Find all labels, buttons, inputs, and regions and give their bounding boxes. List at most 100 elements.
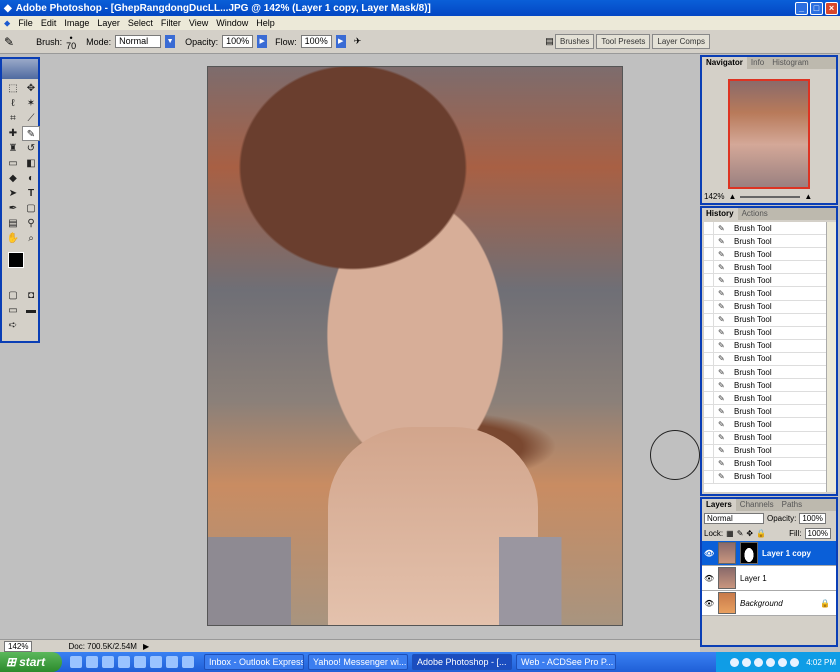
start-button[interactable]: ⊞ start <box>0 652 62 672</box>
list-item[interactable]: ✎ Brush Tool <box>704 274 826 288</box>
document-canvas[interactable] <box>207 66 623 626</box>
list-item[interactable]: ✎ Brush Tool <box>704 235 826 249</box>
bucket-tool-icon[interactable]: ◧ <box>22 156 40 171</box>
navigator-zoom[interactable]: 142% <box>704 192 724 201</box>
stamp-tool-icon[interactable]: ♜ <box>4 141 22 156</box>
list-item[interactable]: ✎ Brush Tool <box>704 326 826 340</box>
list-item[interactable]: ✎ Brush Tool <box>704 457 826 471</box>
blur-tool-icon[interactable]: ◆ <box>4 171 22 186</box>
quick-mask-icon[interactable]: ◘ <box>22 288 40 303</box>
minimize-button[interactable]: _ <box>795 1 808 15</box>
zoom-in-icon[interactable]: ▲ <box>804 192 812 201</box>
opacity-input[interactable]: 100% <box>222 35 254 48</box>
standard-mode-icon[interactable]: ▢ <box>4 288 22 303</box>
list-item[interactable]: ✎ Brush Tool <box>704 392 826 406</box>
menu-layer[interactable]: Layer <box>93 18 124 28</box>
lasso-tool-icon[interactable]: ℓ <box>4 96 22 111</box>
tray-icon[interactable] <box>766 657 776 667</box>
flow-input[interactable]: 100% <box>300 35 332 48</box>
list-item[interactable]: ✎ Brush Tool <box>704 300 826 314</box>
tray-icon[interactable] <box>742 657 752 667</box>
path-select-icon[interactable]: ➤ <box>4 186 22 201</box>
quicklaunch-icon[interactable] <box>70 656 82 668</box>
layer-opacity-input[interactable]: 100% <box>799 513 826 524</box>
quicklaunch-icon[interactable] <box>166 656 178 668</box>
tab-layers[interactable]: Layers <box>702 499 736 511</box>
crop-tool-icon[interactable]: ⌗ <box>4 111 22 126</box>
layer-row[interactable]: 👁 Layer 1 <box>702 566 836 591</box>
layer-mask-thumbnail[interactable] <box>740 542 758 564</box>
task-acdsee[interactable]: Web - ACDSee Pro P... <box>516 654 616 670</box>
status-zoom[interactable]: 142% <box>4 640 33 652</box>
zoom-tool-icon[interactable]: ⌕ <box>22 231 40 246</box>
well-tool-presets[interactable]: Tool Presets <box>596 34 651 49</box>
slice-tool-icon[interactable]: ⟋ <box>22 111 40 126</box>
healing-tool-icon[interactable]: ✚ <box>4 126 22 141</box>
fullscreen-mode-icon[interactable]: ▬ <box>22 303 40 318</box>
tab-info[interactable]: Info <box>747 57 768 69</box>
well-layer-comps[interactable]: Layer Comps <box>652 34 710 49</box>
list-item[interactable]: ✎ Brush Tool <box>704 287 826 301</box>
brush-size-picker[interactable]: • 70 <box>66 33 76 50</box>
foreground-color[interactable] <box>8 252 24 268</box>
tab-channels[interactable]: Channels <box>736 499 778 511</box>
list-item[interactable]: ✎ Brush Tool <box>704 352 826 367</box>
blend-mode-select[interactable]: Normal <box>704 513 764 524</box>
list-item[interactable]: ✎ Brush Tool <box>704 313 826 327</box>
list-item[interactable]: ✎ Brush Tool <box>704 222 826 236</box>
screen-mode-icon[interactable]: ▭ <box>4 303 22 318</box>
mode-select[interactable]: Normal <box>115 35 162 48</box>
brush-tool-preset-icon[interactable]: ✎ <box>4 35 14 49</box>
list-item[interactable]: ✎ Brush Tool <box>704 248 826 262</box>
eye-icon[interactable]: 👁 <box>704 574 714 583</box>
layer-row[interactable]: 👁 Layer 1 copy <box>702 541 836 566</box>
quicklaunch-icon[interactable] <box>86 656 98 668</box>
notes-tool-icon[interactable]: ▤ <box>4 216 22 231</box>
opacity-slider-icon[interactable]: ▶ <box>257 35 268 48</box>
marquee-tool-icon[interactable]: ⬚ <box>4 81 22 96</box>
well-brushes[interactable]: Brushes <box>555 34 595 49</box>
eraser-tool-icon[interactable]: ▭ <box>4 156 22 171</box>
quicklaunch-icon[interactable] <box>102 656 114 668</box>
eyedropper-icon[interactable]: ⚲ <box>22 216 40 231</box>
tray-icon[interactable] <box>754 657 764 667</box>
tab-history[interactable]: History <box>702 208 738 220</box>
menu-image[interactable]: Image <box>60 18 93 28</box>
tab-paths[interactable]: Paths <box>778 499 806 511</box>
lock-pixels-icon[interactable]: ✎ <box>737 529 744 538</box>
menu-window[interactable]: Window <box>212 18 252 28</box>
lock-all-icon[interactable]: 🔒 <box>756 529 766 538</box>
task-yahoo[interactable]: Yahoo! Messenger wi... <box>308 654 408 670</box>
menu-select[interactable]: Select <box>124 18 157 28</box>
clock[interactable]: 4:02 PM <box>806 658 836 667</box>
list-item[interactable]: ✎ Brush Tool <box>704 444 826 458</box>
status-arrow-icon[interactable]: ▶ <box>143 642 149 651</box>
list-item[interactable]: ✎ Brush Tool <box>704 418 826 432</box>
quicklaunch-icon[interactable] <box>182 656 194 668</box>
lock-position-icon[interactable]: ✥ <box>746 529 753 538</box>
menu-file[interactable]: File <box>14 18 37 28</box>
imageready-icon[interactable]: ➪ <box>4 318 22 333</box>
flow-slider-icon[interactable]: ▶ <box>335 35 346 48</box>
dodge-tool-icon[interactable]: ◐ <box>22 171 40 186</box>
menu-view[interactable]: View <box>185 18 212 28</box>
tab-histogram[interactable]: Histogram <box>768 57 812 69</box>
maximize-button[interactable]: □ <box>810 1 823 15</box>
zoom-slider[interactable] <box>740 195 801 198</box>
tray-icon[interactable] <box>730 657 740 667</box>
quicklaunch-icon[interactable] <box>118 656 130 668</box>
menu-filter[interactable]: Filter <box>157 18 185 28</box>
lock-transparency-icon[interactable]: ▦ <box>726 529 734 538</box>
quicklaunch-icon[interactable] <box>134 656 146 668</box>
hand-tool-icon[interactable]: ✋ <box>4 231 22 246</box>
magic-wand-icon[interactable]: ✶ <box>22 96 40 111</box>
toolbox-header[interactable] <box>2 59 38 79</box>
task-photoshop[interactable]: Adobe Photoshop - [... <box>412 654 512 670</box>
close-button[interactable]: × <box>825 1 838 15</box>
move-tool-icon[interactable]: ✥ <box>22 81 40 96</box>
list-item[interactable]: ✎ Brush Tool <box>704 379 826 393</box>
list-item[interactable]: ✎ Brush Tool <box>704 366 826 380</box>
quicklaunch-icon[interactable] <box>150 656 162 668</box>
layer-row[interactable]: 👁 Background 🔒 <box>702 591 836 616</box>
shape-tool-icon[interactable]: ▢ <box>22 201 40 216</box>
